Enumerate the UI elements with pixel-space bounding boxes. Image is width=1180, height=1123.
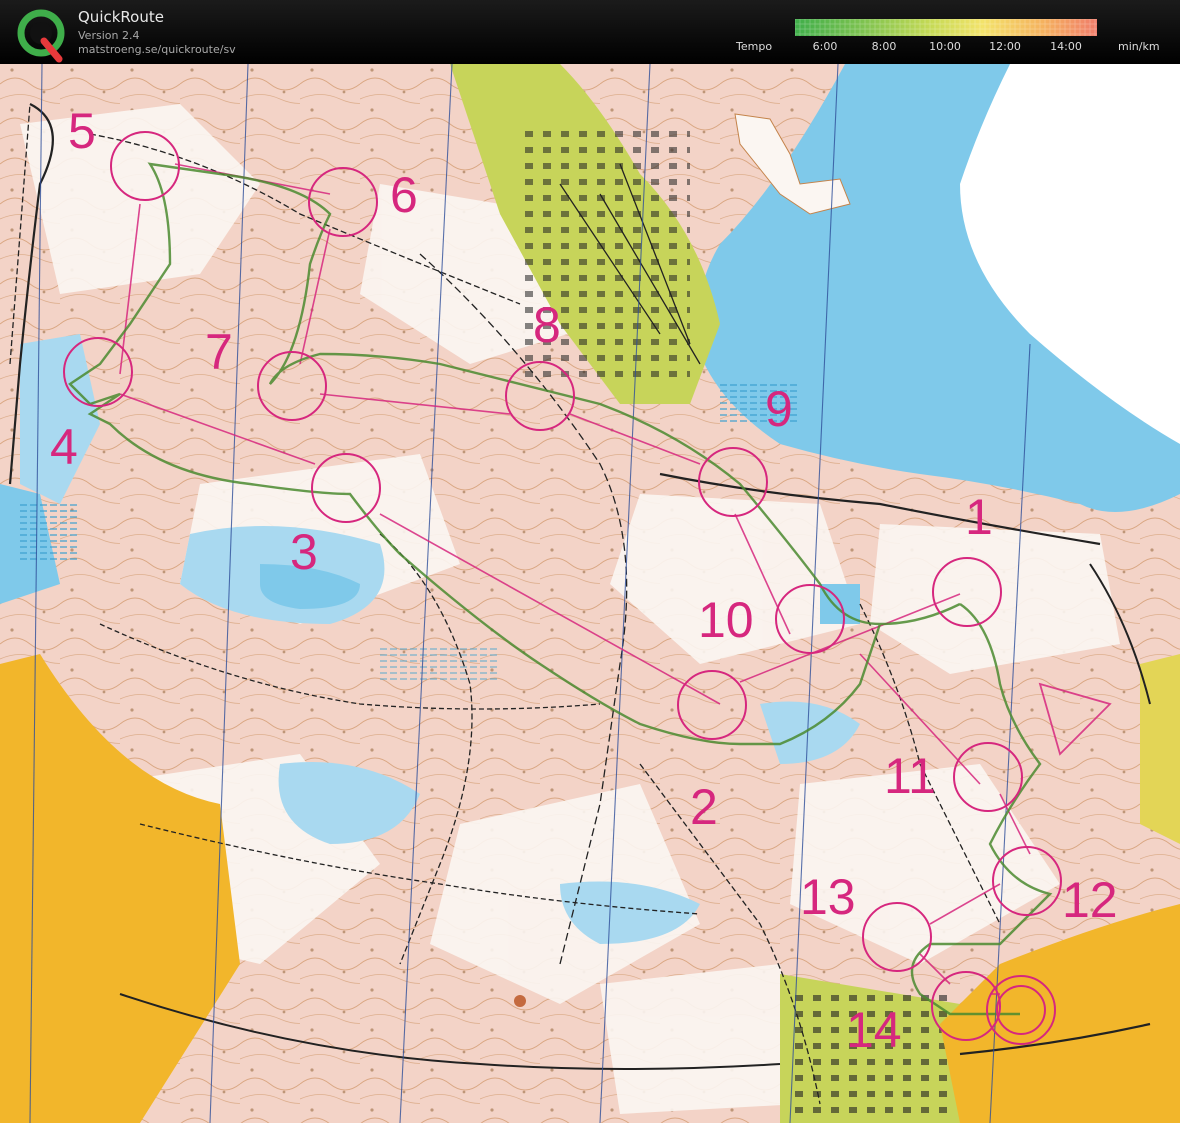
tempo-color-scale xyxy=(795,19,1097,36)
legend-tick: 6:00 xyxy=(812,40,838,53)
marsh-west xyxy=(20,504,80,564)
app-url: matstroeng.se/quickroute/sv xyxy=(78,43,236,56)
open-land-e xyxy=(1140,654,1180,844)
quickroute-logo-icon xyxy=(17,9,65,63)
legend-tick: 12:00 xyxy=(989,40,1021,53)
control-number: 9 xyxy=(765,381,793,437)
control-number: 11 xyxy=(884,748,936,804)
control-number: 2 xyxy=(690,779,718,835)
marsh-center xyxy=(380,644,500,684)
control-number: 12 xyxy=(1062,872,1118,928)
control-number: 5 xyxy=(68,103,96,159)
app-header: QuickRoute Version 2.4 matstroeng.se/qui… xyxy=(0,0,1180,64)
legend-tick: 8:00 xyxy=(871,40,897,53)
control-number: 4 xyxy=(50,419,78,475)
app-name: QuickRoute xyxy=(78,8,164,26)
legend-unit: min/km xyxy=(1118,40,1160,53)
control-number: 10 xyxy=(698,592,754,648)
orienteering-map[interactable]: 1 2 3 4 5 6 7 8 9 10 11 12 13 14 xyxy=(0,64,1180,1123)
control-number: 14 xyxy=(846,1002,902,1058)
control-number: 7 xyxy=(205,324,233,380)
control-number: 8 xyxy=(533,297,561,353)
legend-title: Tempo xyxy=(736,40,773,53)
control-number: 6 xyxy=(390,167,418,223)
control-number: 3 xyxy=(290,524,318,580)
map-symbol xyxy=(514,995,526,1007)
app-version: Version 2.4 xyxy=(78,29,140,42)
legend-tick: 10:00 xyxy=(929,40,961,53)
control-number: 1 xyxy=(965,489,993,545)
control-number: 13 xyxy=(800,869,856,925)
legend-tick: 14:00 xyxy=(1050,40,1082,53)
